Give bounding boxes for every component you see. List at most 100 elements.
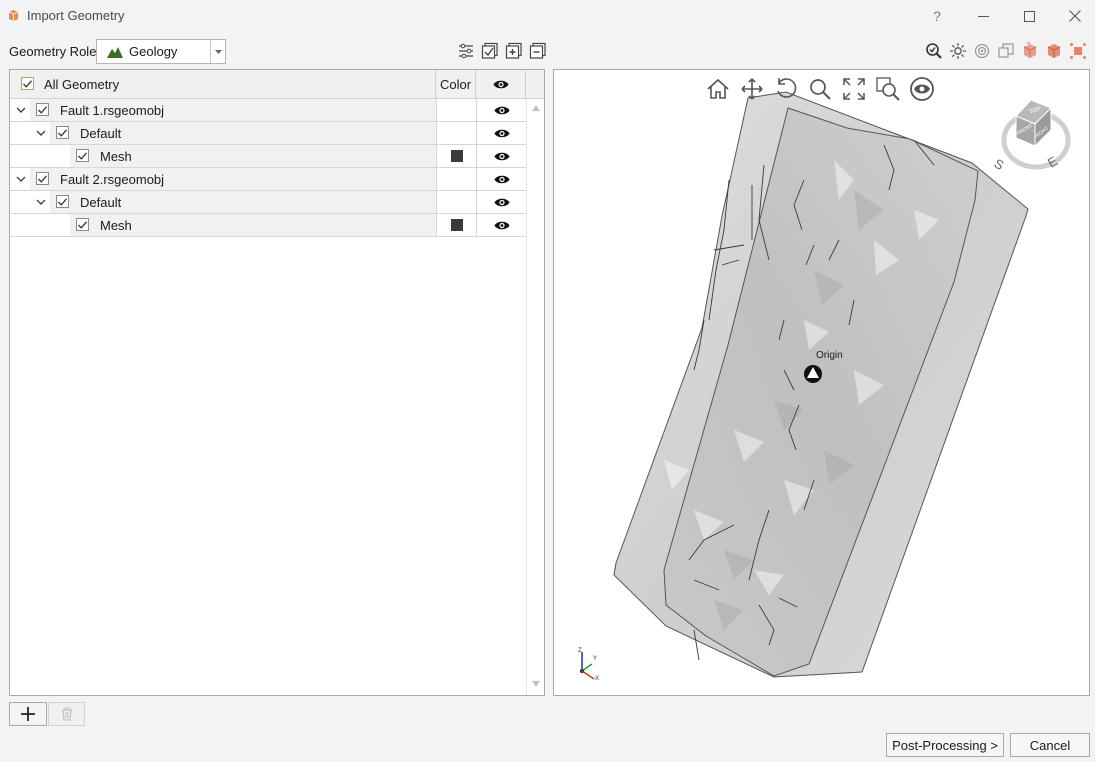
pan-arrows-icon xyxy=(741,78,763,100)
tree-row-name-cell: Mesh xyxy=(10,145,436,167)
eye-icon xyxy=(494,221,509,229)
tree-scrollbar[interactable] xyxy=(526,99,544,695)
color-cell[interactable] xyxy=(436,214,476,236)
color-swatch[interactable] xyxy=(451,219,463,231)
pan-button[interactable] xyxy=(738,76,766,102)
eye-icon xyxy=(494,198,509,206)
view-target-button[interactable] xyxy=(908,76,936,102)
dropdown-arrow[interactable] xyxy=(210,40,225,63)
checkmark-icon xyxy=(78,151,87,160)
home-icon xyxy=(707,78,729,99)
color-column-header: Color xyxy=(436,70,476,99)
mountain-icon xyxy=(107,46,123,58)
rotate-icon xyxy=(777,78,797,98)
post-processing-label: Post-Processing > xyxy=(892,737,998,753)
tree-row-fault-2[interactable]: Fault 2.rsgeomobj xyxy=(10,168,526,191)
mesh-1-checkbox[interactable] xyxy=(76,149,89,162)
solid-cube-icon[interactable] xyxy=(1045,42,1063,60)
collapse-all-icon[interactable] xyxy=(529,42,547,60)
compass-s-label: S xyxy=(992,156,1007,173)
axis-z-label: Z xyxy=(578,648,582,654)
cancel-label: Cancel xyxy=(1029,737,1071,753)
default-2-checkbox[interactable] xyxy=(56,195,69,208)
help-button[interactable]: ? xyxy=(914,0,960,32)
chevron-down-icon xyxy=(214,49,222,54)
fault-1-checkbox[interactable] xyxy=(36,103,49,116)
tree-row-name-cell: Mesh xyxy=(10,214,436,236)
color-swatch[interactable] xyxy=(451,150,463,162)
cube-view-icon[interactable] xyxy=(1021,42,1039,60)
visibility-toggle[interactable] xyxy=(476,191,526,213)
post-processing-button[interactable]: Post-Processing > xyxy=(886,733,1004,757)
fault-2-checkbox[interactable] xyxy=(36,172,49,185)
explode-view-icon[interactable] xyxy=(1069,42,1087,60)
default-1-checkbox[interactable] xyxy=(56,126,69,139)
tree-row-label: Mesh xyxy=(100,149,132,164)
visibility-toggle[interactable] xyxy=(476,145,526,167)
mesh-2-checkbox[interactable] xyxy=(76,218,89,231)
zoom-button[interactable] xyxy=(806,76,834,102)
checkmark-icon xyxy=(23,79,32,88)
3d-viewport[interactable]: Origin TOP FRONT RIGHT S E Z Y X xyxy=(553,69,1090,696)
tree-row-default-2[interactable]: Default xyxy=(10,191,526,214)
clipping-box-icon[interactable] xyxy=(997,42,1015,60)
home-view-button[interactable] xyxy=(704,76,732,102)
tree-header: All Geometry Color xyxy=(10,70,544,99)
zoom-extents-button[interactable] xyxy=(840,76,868,102)
magnifier-icon xyxy=(810,79,831,100)
close-button[interactable] xyxy=(1052,0,1095,32)
axis-y-label: Y xyxy=(593,656,597,662)
visibility-toggle[interactable] xyxy=(476,99,526,121)
minimize-button[interactable] xyxy=(960,0,1006,32)
visibility-toggle[interactable] xyxy=(476,168,526,190)
chevron-down-icon[interactable] xyxy=(16,105,26,115)
all-geometry-label: All Geometry xyxy=(44,77,120,92)
tree-row-name-cell: Default xyxy=(10,191,436,213)
visibility-toggle[interactable] xyxy=(476,214,526,236)
tree-row-name-cell: Fault 2.rsgeomobj xyxy=(10,168,436,190)
checkmark-icon xyxy=(58,197,67,206)
check-all-icon[interactable] xyxy=(481,42,499,60)
scroll-down-icon[interactable] xyxy=(532,681,540,687)
rotate-button[interactable] xyxy=(772,76,800,102)
chevron-down-icon[interactable] xyxy=(16,174,26,184)
eye-icon xyxy=(493,80,508,89)
eye-icon xyxy=(494,106,509,114)
tree-row-label: Mesh xyxy=(100,218,132,233)
delete-geometry-button[interactable] xyxy=(48,702,85,726)
trash-icon xyxy=(61,707,72,721)
tree-row-mesh-1[interactable]: Mesh xyxy=(10,145,526,168)
view-target-icon xyxy=(910,77,934,101)
chevron-down-icon[interactable] xyxy=(36,128,46,138)
tree-row-label: Fault 1.rsgeomobj xyxy=(60,103,165,118)
tree-row-mesh-2[interactable]: Mesh xyxy=(10,214,526,237)
tree-row-fault-1[interactable]: Fault 1.rsgeomobj xyxy=(10,99,526,122)
color-cell[interactable] xyxy=(436,145,476,167)
color-cell xyxy=(436,122,476,144)
filter-settings-icon[interactable] xyxy=(457,42,475,60)
window-title: Import Geometry xyxy=(27,8,125,23)
zoom-check-icon[interactable] xyxy=(925,42,943,60)
tree-row-label: Default xyxy=(80,126,122,141)
scroll-up-icon[interactable] xyxy=(532,105,540,111)
visibility-column-header[interactable] xyxy=(476,70,526,99)
tree-row-default-1[interactable]: Default xyxy=(10,122,526,145)
title-bar: Import Geometry ? xyxy=(0,0,1095,32)
view-cube[interactable]: TOP FRONT RIGHT S E xyxy=(989,94,1079,184)
geometry-role-select[interactable]: Geology xyxy=(96,39,226,64)
eye-icon xyxy=(494,175,509,183)
visibility-toggle[interactable] xyxy=(476,122,526,144)
minimize-icon xyxy=(977,15,989,17)
lighting-icon[interactable] xyxy=(949,42,967,60)
all-geometry-checkbox[interactable] xyxy=(21,77,34,90)
all-geometry-header: All Geometry xyxy=(10,70,436,99)
scrollbar-header-cell xyxy=(526,70,544,99)
zoom-window-button[interactable] xyxy=(874,76,902,102)
target-icon[interactable] xyxy=(973,42,991,60)
checkmark-icon xyxy=(58,128,67,137)
expand-all-icon[interactable] xyxy=(505,42,523,60)
chevron-down-icon[interactable] xyxy=(36,197,46,207)
cancel-button[interactable]: Cancel xyxy=(1010,733,1090,757)
add-geometry-button[interactable] xyxy=(9,702,47,726)
maximize-button[interactable] xyxy=(1006,0,1052,32)
